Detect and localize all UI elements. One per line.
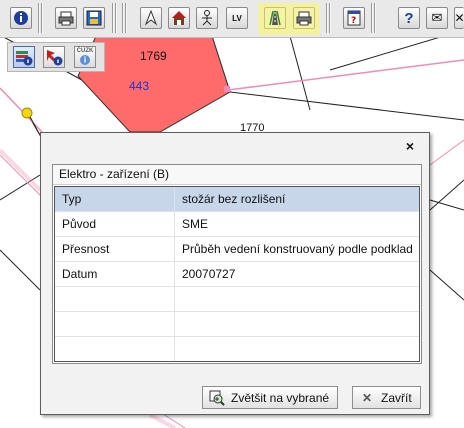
layers-info-icon [16,51,33,66]
feature-info-button[interactable] [43,46,65,68]
attribute-table: Typ stožár bez rozlišení Původ SME Přesn… [54,186,420,362]
export-icon [86,10,102,26]
attribute-key: Přesnost [55,237,175,261]
attribute-value: Průběh vedení konstruovaný podle podklad [182,242,413,256]
attribute-value [175,337,419,361]
attribute-key [55,337,175,361]
feature-info-dialog: × Elektro - zařízení (B) Typ stožár bez … [40,132,430,415]
person-button[interactable] [196,7,218,29]
help-book-icon: ? [347,10,361,26]
main-toolbar: LV ? ? ✉ ✕ [0,0,464,38]
attribute-value [175,287,419,311]
north-arrow-button[interactable] [140,7,162,29]
print-icon [58,11,74,26]
panel-title: Elektro - zařízení (B) [53,165,421,185]
help-icon: ? [404,9,414,27]
table-row[interactable]: Původ SME [55,212,419,237]
toolbar-separator [38,3,44,33]
attribute-key: Datum [55,262,175,286]
help-book-button[interactable]: ? [343,7,365,29]
lv-icon: LV [232,13,242,23]
parcel-sub-number-label: 443 [129,79,150,93]
toolbar-separator [122,3,128,33]
table-row[interactable]: Přesnost Průběh vedení konstruovaný podl… [55,237,419,262]
attribute-value [175,312,419,336]
road-button[interactable] [264,7,286,29]
parcel-number-label: 1769 [140,49,167,63]
attribute-value: stožár bez rozlišení [182,192,286,206]
print-icon [296,11,312,26]
table-row[interactable]: Typ stožár bez rozlišení [55,187,419,212]
close-map-button[interactable]: ✕ [454,7,464,29]
person-icon [202,10,212,26]
table-row[interactable] [55,287,419,312]
attribute-value: 20070727 [182,267,236,281]
north-arrow-icon [144,10,158,26]
home-icon [172,11,186,25]
vertex-marker [224,86,230,92]
close-button[interactable]: ✕ Zavřít [352,386,421,409]
close-button-label: Zavřít [381,390,412,405]
zoom-selected-icon [209,390,225,406]
attribute-key [55,312,175,336]
info-icon [14,11,28,25]
help-button[interactable]: ? [398,7,420,29]
lv-button[interactable]: LV [226,7,248,29]
mail-button[interactable]: ✉ [426,7,448,29]
selected-point-marker[interactable] [21,107,33,119]
attribute-key [55,287,175,311]
close-icon: ✕ [361,390,373,405]
table-row[interactable] [55,337,419,362]
layer-info-toolbar: ČÚZK [7,42,105,72]
attribute-key: Původ [55,212,175,236]
identify-button[interactable] [10,7,32,29]
toolbar-separator [371,3,377,33]
layer-info-button[interactable] [13,46,35,68]
arrow-info-icon [47,50,63,66]
print-map-button[interactable] [293,7,315,29]
zoom-to-selected-button[interactable]: Zvětšit na vybrané [202,386,339,409]
cuzk-info-button[interactable]: ČÚZK [74,46,96,68]
attribute-panel: Elektro - zařízení (B) Typ stožár bez ro… [52,164,422,364]
svg-text:?: ? [351,16,356,26]
info-icon [80,55,90,65]
toolbar-separator [326,3,332,33]
zoom-to-selected-label: Zvětšit na vybrané [231,390,330,405]
dialog-close-icon[interactable]: × [403,139,417,153]
attribute-key: Typ [55,187,175,211]
export-button[interactable] [83,7,105,29]
home-button[interactable] [168,7,190,29]
attribute-value: SME [182,217,209,231]
mail-icon: ✉ [431,10,443,25]
close-icon: ✕ [454,11,464,25]
print-button[interactable] [55,7,77,29]
road-icon [269,10,281,26]
toolbar-separator [112,3,118,33]
table-row[interactable]: Datum 20070727 [55,262,419,287]
table-row[interactable] [55,312,419,337]
